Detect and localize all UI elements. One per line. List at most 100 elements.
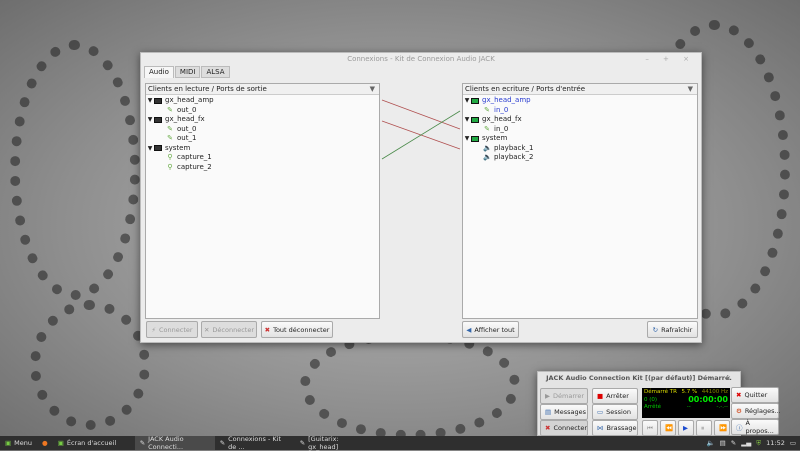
- show-all-button[interactable]: ◀ Afficher tout: [462, 321, 519, 338]
- patchbay-icon: ⋈: [597, 424, 604, 432]
- client-icon: [471, 135, 479, 142]
- disconnect-all-button[interactable]: ✖ Tout déconnecter: [261, 321, 333, 338]
- clock[interactable]: 11:52: [766, 439, 785, 447]
- start-button[interactable]: ▶ Démarrer: [540, 388, 588, 404]
- port-row[interactable]: ✎ out_0: [146, 106, 379, 116]
- client-icon: [154, 116, 162, 123]
- forward-button[interactable]: ⏩: [714, 420, 730, 436]
- rewind-button[interactable]: ⏪: [660, 420, 676, 436]
- input-tree: ▼ gx_head_amp ✎ in_0 ▼ gx_head_fx ✎ in_0 ▼ system…: [463, 95, 697, 163]
- connection-lines: [381, 99, 461, 160]
- port-row[interactable]: ✎ out_1: [146, 134, 379, 144]
- client-row[interactable]: ▼ gx_head_fx: [463, 115, 697, 125]
- tab-bar: Audio MIDI ALSA: [144, 66, 231, 78]
- connections-window: Connexions - Kit de Connexion Audio JACK…: [140, 52, 702, 343]
- quit-button[interactable]: ✖ Quitter: [731, 387, 779, 403]
- network-icon[interactable]: ▂▄: [741, 439, 751, 447]
- client-name: system: [482, 134, 508, 142]
- tab-alsa[interactable]: ALSA: [201, 66, 230, 78]
- expander-icon[interactable]: ▼: [146, 115, 154, 125]
- menu-button[interactable]: ▣ Menu: [0, 436, 37, 450]
- volume-icon[interactable]: 🔈: [707, 439, 715, 447]
- output-ports-panel[interactable]: Clients en lecture / Ports de sortie ▼ ▼ g…: [145, 83, 380, 319]
- taskbar-item-connections[interactable]: ✎ Connexions - Kit de ...: [215, 435, 295, 451]
- client-row[interactable]: ▼ gx_head_amp: [146, 96, 379, 106]
- port-name: out_0: [177, 124, 197, 133]
- window-controls[interactable]: – + ×: [688, 372, 737, 384]
- taskbar-item-jack[interactable]: ✎ JACK Audio Connecti...: [134, 435, 215, 451]
- client-row[interactable]: ▼ gx_head_amp: [463, 96, 697, 106]
- expander-icon[interactable]: ▼: [146, 96, 154, 106]
- taskbar-item-desktop[interactable]: ▣ Écran d'accueil: [53, 436, 135, 450]
- button-label: Tout déconnecter: [273, 325, 330, 334]
- port-row[interactable]: ⚲ capture_1: [146, 153, 379, 163]
- bbt: -.-.--: [716, 404, 728, 410]
- client-row[interactable]: ▼ system: [146, 144, 379, 154]
- play-button[interactable]: ▶: [678, 420, 694, 436]
- messages-button[interactable]: ▤ Messages: [540, 404, 588, 420]
- jack-tray-icon[interactable]: ✎: [731, 439, 736, 447]
- port-row[interactable]: ✎ out_0: [146, 125, 379, 135]
- button-label: Déconnecter: [212, 325, 255, 334]
- refresh-button[interactable]: ↻ Rafraîchir: [647, 321, 698, 338]
- wallpaper-tentacle: [10, 40, 140, 300]
- client-icon: [471, 97, 479, 104]
- expander-icon[interactable]: ▼: [463, 115, 471, 125]
- folder-icon: ▭: [597, 408, 604, 416]
- input-panel-header[interactable]: Clients en ecriture / Ports d'entrée ▼: [463, 84, 697, 95]
- desktop-icon: ▣: [57, 439, 64, 447]
- messages-icon: ▤: [545, 408, 552, 416]
- settings-button[interactable]: ⚙ Réglages...: [731, 403, 781, 419]
- session-button[interactable]: ▭ Session: [592, 404, 638, 420]
- jack-title-bar: JACK Audio Connection Kit [(par défaut)]…: [538, 372, 740, 384]
- port-row[interactable]: ✎ in_0: [463, 125, 697, 135]
- connect-button[interactable]: ⚡ Connecter: [146, 321, 198, 338]
- info-icon: ⓘ: [736, 424, 743, 432]
- shield-icon[interactable]: ⛨: [756, 439, 761, 448]
- taskbar-item-guitarix[interactable]: ✎ [Guitarix: gx_head]: [295, 435, 375, 451]
- window-controls[interactable]: – + ×: [645, 53, 695, 65]
- link-line: [381, 110, 461, 160]
- task-label: Connexions - Kit de ...: [228, 435, 282, 451]
- show-desktop-icon[interactable]: ▭: [790, 439, 796, 447]
- tab-audio[interactable]: Audio: [144, 66, 174, 78]
- output-panel-header[interactable]: Clients en lecture / Ports de sortie ▼: [146, 84, 379, 95]
- about-button[interactable]: ⓘ À propos...: [731, 419, 779, 435]
- disconnect-button[interactable]: ✕ Déconnecter: [201, 321, 257, 338]
- pause-button[interactable]: ⏸: [696, 420, 712, 436]
- client-row[interactable]: ▼ gx_head_fx: [146, 115, 379, 125]
- expander-icon[interactable]: ▼: [146, 144, 154, 154]
- input-ports-panel[interactable]: Clients en ecriture / Ports d'entrée ▼ ▼ g…: [462, 83, 698, 319]
- button-label: Réglages...: [744, 407, 781, 415]
- port-row[interactable]: 🔈 playback_1: [463, 144, 697, 154]
- port-row[interactable]: ⚲ capture_2: [146, 163, 379, 173]
- xruns: 0 (0): [644, 396, 658, 403]
- connect-button[interactable]: ✖ Connecter: [540, 420, 588, 436]
- client-row[interactable]: ▼ system: [463, 134, 697, 144]
- port-icon: ✎: [167, 134, 173, 142]
- patchbay-button[interactable]: ⋈ Brassage: [592, 420, 638, 436]
- button-label: Session: [606, 408, 631, 416]
- port-icon: ✎: [167, 124, 173, 133]
- client-name: gx_head_amp: [165, 96, 214, 104]
- button-label: Afficher tout: [474, 325, 515, 334]
- rewind-start-button[interactable]: ⏮: [642, 420, 658, 436]
- stop-button[interactable]: ■ Arrêter: [592, 388, 638, 404]
- header-label: Clients en lecture / Ports de sortie: [148, 85, 267, 93]
- port-icon: ⚲: [167, 153, 173, 161]
- firefox-launcher[interactable]: ●: [37, 436, 53, 450]
- wallpaper-tentacle: [300, 330, 520, 440]
- expander-icon[interactable]: ▼: [463, 96, 471, 106]
- firefox-icon: ●: [42, 439, 48, 447]
- expander-icon[interactable]: ▼: [463, 134, 471, 144]
- clipboard-icon[interactable]: ▤: [720, 439, 726, 447]
- sort-arrow-icon: ▼: [687, 85, 693, 93]
- port-row[interactable]: 🔈 playback_2: [463, 153, 697, 163]
- expand-icon: ◀: [466, 325, 472, 334]
- server-status: Démarré TR: [644, 389, 677, 395]
- menu-label: Menu: [14, 439, 33, 447]
- client-name: gx_head_fx: [482, 115, 522, 123]
- task-label: [Guitarix: gx_head]: [308, 435, 339, 451]
- port-row[interactable]: ✎ in_0: [463, 106, 697, 116]
- tab-midi[interactable]: MIDI: [174, 66, 201, 78]
